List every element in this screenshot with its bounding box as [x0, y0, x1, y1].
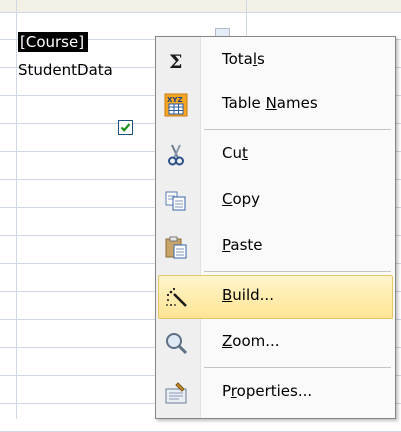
grid-column-line [16, 0, 17, 419]
clipboard-icon [164, 235, 188, 259]
svg-text:XYZ: XYZ [167, 96, 183, 104]
properties-icon [164, 381, 188, 405]
copy-icon [164, 189, 188, 213]
show-checkbox[interactable] [118, 120, 133, 135]
magnifier-icon [164, 331, 188, 355]
menu-item-totals[interactable]: Σ Totals [158, 39, 393, 83]
menu-item-zoom[interactable]: Zoom... [158, 321, 393, 365]
menu-separator [204, 367, 391, 368]
svg-text:Σ: Σ [169, 51, 182, 73]
sigma-icon: Σ [164, 49, 188, 73]
scissors-icon [164, 143, 188, 167]
menu-item-table-names[interactable]: XYZ Table Names [158, 83, 393, 127]
build-wand-icon [165, 286, 189, 310]
menu-item-paste[interactable]: Paste [158, 225, 393, 269]
context-menu: Σ Totals XYZ Table Names Cut Copy Paste … [155, 36, 396, 419]
menu-item-build[interactable]: Build... [158, 275, 393, 319]
menu-separator [204, 129, 391, 130]
menu-item-copy[interactable]: Copy [158, 179, 393, 223]
checkmark-icon [120, 123, 131, 132]
field-cell-course[interactable]: [Course] [18, 32, 89, 52]
table-names-icon: XYZ [164, 93, 188, 117]
menu-item-cut[interactable]: Cut [158, 133, 393, 177]
menu-item-properties[interactable]: Properties... [158, 371, 393, 415]
table-cell-studentdata[interactable]: StudentData [18, 60, 113, 80]
menu-separator [204, 271, 391, 272]
